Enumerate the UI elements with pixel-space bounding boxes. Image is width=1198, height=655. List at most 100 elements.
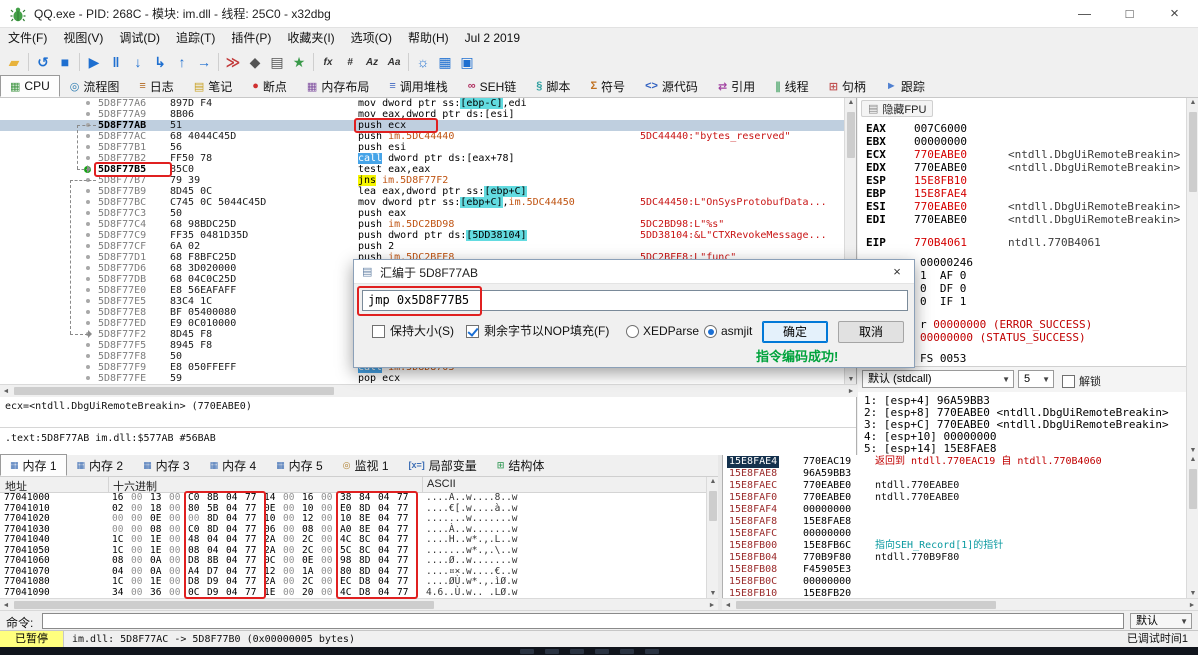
disasm-row[interactable]: 5D8F77B2 FF50 78 call dword ptr ds:[eax+78…	[0, 153, 844, 164]
scroll-thumb[interactable]	[847, 112, 855, 158]
register-row[interactable]: EDI 770EABE0 <ntdll.DbgUiRemoteBreakin>	[858, 213, 1184, 226]
scroll-up-icon[interactable]: ▲	[1187, 99, 1198, 106]
tab-threads[interactable]: ∥ 线程	[765, 75, 819, 97]
keep-size-checkbox[interactable]	[372, 325, 385, 338]
scroll-down-icon[interactable]: ▼	[1187, 447, 1198, 454]
menu-item[interactable]: 视图(V)	[55, 28, 111, 49]
tab-struct[interactable]: ⊞ 结构体	[487, 454, 555, 476]
disasm-row[interactable]: 5D8F77B1 56 push esi	[0, 142, 844, 153]
memory-row[interactable]: 77041010 02 00 18 00 80 5B 04 77 0E 00 10 00 E0 8D 04 77…	[0, 503, 706, 515]
menu-item[interactable]: 收藏夹(I)	[279, 28, 342, 49]
tab-cpu[interactable]: ▦ CPU	[0, 75, 60, 97]
unlock-checkbox[interactable]: 解锁	[1062, 373, 1101, 389]
disasm-row[interactable]: 5D8F77FE 59 pop ecx	[0, 373, 844, 384]
memory-row[interactable]: 77041090 34 00 36 00 0C D9 04 77 1E 00 20 00 4C D8 04 77…	[0, 587, 706, 599]
register-value[interactable]: 15E8FAE4	[914, 187, 967, 200]
stack-vscrollbar[interactable]: ▲ ▼	[1186, 455, 1198, 598]
tab-source[interactable]: <> 源代码	[635, 75, 708, 97]
register-row[interactable]: ESI 770EABE0 <ntdll.DbgUiRemoteBreakin>	[858, 200, 1184, 213]
trace-icon[interactable]: ◆	[244, 51, 266, 73]
tab-graph[interactable]: ◎ 流程图	[60, 75, 130, 97]
scroll-thumb[interactable]	[14, 387, 334, 395]
scroll-right-icon[interactable]: ►	[1187, 602, 1197, 609]
animate-icon[interactable]: ≫	[222, 51, 244, 73]
stack-row[interactable]: 15E8FB08 F45905E3	[723, 564, 1185, 576]
register-value[interactable]: 15E8FB10	[914, 174, 967, 187]
stop-icon[interactable]: ■	[54, 51, 76, 73]
register-value[interactable]: 770EABE0	[914, 213, 967, 226]
register-row[interactable]: EIP 770B4061 ntdll.770B4061	[858, 236, 1184, 249]
memory-row[interactable]: 77041040 1C 00 1E 00 48 04 04 77 2A 00 2C 00 4C 8C 04 77…	[0, 534, 706, 546]
stack-row[interactable]: 15E8FAF0 770EABE0 ntdll.770EABE0	[723, 492, 1185, 504]
disasm-row[interactable]: 5D8F77BC C745 0C 5044C45D mov dword ptr ss…	[0, 197, 844, 208]
register-row[interactable]: EBX 00000000	[858, 135, 1184, 148]
disasm-row[interactable]: 5D8F77B5 85C0 test eax,eax	[0, 164, 844, 175]
stack-row[interactable]: 15E8FB04 770B9F80 ntdll.770B9F80	[723, 552, 1185, 564]
scroll-up-icon[interactable]: ▲	[1187, 456, 1198, 463]
nop-fill-checkbox[interactable]	[466, 325, 479, 338]
register-value[interactable]: 770EABE0	[914, 161, 967, 174]
memory-window-icon[interactable]: ▣	[456, 51, 478, 73]
stack-row[interactable]: 15E8FAEC 770EABE0 ntdll.770EABE0	[723, 480, 1185, 492]
close-button[interactable]: ×	[1152, 0, 1197, 28]
scroll-left-icon[interactable]: ◄	[723, 602, 733, 609]
command-input[interactable]	[42, 613, 1124, 629]
disasm-row[interactable]: 5D8F77C9 FF35 0481D35D push dword ptr ds:[…	[0, 230, 844, 241]
log-window-icon[interactable]: ▤	[266, 51, 288, 73]
memory-row[interactable]: 77041080 1C 00 1E 00 D8 D9 04 77 2A 00 2C 00 EC D8 04 77…	[0, 576, 706, 588]
step-into-icon[interactable]: ↓	[127, 51, 149, 73]
scroll-down-icon[interactable]: ▼	[1187, 590, 1198, 597]
scroll-thumb[interactable]	[14, 601, 434, 609]
tab-memory-1[interactable]: ▦ 内存 1	[0, 454, 67, 476]
maximize-button[interactable]: □	[1107, 0, 1152, 28]
keep-size-label[interactable]: 保持大小(S)	[390, 324, 454, 338]
register-value[interactable]: 00000000	[914, 135, 967, 148]
disasm-row[interactable]: 5D8F77C3 50 push eax	[0, 208, 844, 219]
command-mode-select[interactable]: 默认 ▼	[1130, 613, 1192, 629]
menu-item[interactable]: 选项(O)	[343, 28, 400, 49]
stack-row[interactable]: 15E8FAF4 00000000	[723, 504, 1185, 516]
asmjit-label[interactable]: asmjit	[721, 324, 752, 338]
menu-item[interactable]: 帮助(H)	[400, 28, 457, 49]
arg-count-spinner[interactable]: 5 ▼	[1018, 370, 1054, 388]
tab-handles[interactable]: ⊞ 句柄	[819, 75, 876, 97]
disasm-row[interactable]: 5D8F77A9 8B06 mov eax,dword ptr ds:[esi]	[0, 109, 844, 120]
argument-row[interactable]: 5: [esp+14] 15E8FAE8	[864, 442, 996, 455]
memory-vscrollbar[interactable]: ▲ ▼	[706, 477, 718, 598]
memory-row[interactable]: 77041000 16 00 13 00 C0 8B 04 77 14 00 16 00 38 84 04 77…	[0, 493, 706, 504]
patches-icon[interactable]: #	[339, 51, 361, 73]
run-icon[interactable]: ▶	[83, 51, 105, 73]
disasm-row[interactable]: 5D8F77AB 51 push ecx	[0, 120, 844, 131]
tab-breakpoints[interactable]: ● 断点	[242, 75, 297, 97]
scroll-right-icon[interactable]: ►	[707, 602, 717, 609]
scroll-thumb[interactable]	[736, 601, 996, 609]
open-file-icon[interactable]: ▰	[3, 51, 25, 73]
scroll-left-icon[interactable]: ◄	[1, 388, 11, 395]
xedparse-radio[interactable]	[626, 325, 639, 338]
stack-row[interactable]: 15E8FAE8 96A59BB3	[723, 468, 1185, 480]
disasm-row[interactable]: 5D8F77A6 897D F4 mov dword ptr ss:[ebp-C],…	[0, 98, 844, 109]
disasm-row[interactable]: 5D8F77C4 68 98BDC25D push im.5DC2BD98 5DC2B…	[0, 219, 844, 230]
disasm-row[interactable]: 5D8F77AC 68 4044C45D push im.5DC44440 5DC44…	[0, 131, 844, 142]
run-to-cursor-icon[interactable]: →	[193, 51, 215, 73]
registers-vscrollbar[interactable]: ▲ ▼	[1186, 98, 1198, 455]
assemble-input[interactable]: jmp 0x5D8F77B5	[362, 290, 908, 311]
labels-icon[interactable]: Aa	[383, 51, 405, 73]
tab-memory-5[interactable]: ▦ 内存 5	[266, 454, 333, 476]
favourites-icon[interactable]: ★	[288, 51, 310, 73]
nop-fill-label[interactable]: 剩余字节以NOP填充(F)	[484, 324, 609, 338]
stack-row[interactable]: 15E8FB00 15E8FB6C 指向SEH_Record[1]的指针	[723, 540, 1185, 552]
register-row[interactable]: EBP 15E8FAE4	[858, 187, 1184, 200]
stack-row[interactable]: 15E8FAE4 770EAC19 返回到 ntdll.770EAC19 自 ntd…	[723, 456, 1185, 468]
disasm-row[interactable]: 5D8F77CF 6A 02 push 2	[0, 241, 844, 252]
dialog-close-icon[interactable]: ×	[880, 260, 914, 284]
restart-icon[interactable]: ↺	[32, 51, 54, 73]
scroll-left-icon[interactable]: ◄	[1, 602, 11, 609]
cpu-window-icon[interactable]: ▦	[434, 51, 456, 73]
register-row[interactable]: EDX 770EABE0 <ntdll.DbgUiRemoteBreakin>	[858, 161, 1184, 174]
disasm-row[interactable]: 5D8F77B7 79 39 jns im.5D8F77F2	[0, 175, 844, 186]
register-row[interactable]: EAX 007C6000	[858, 122, 1184, 135]
scroll-thumb[interactable]	[1189, 469, 1197, 509]
scroll-up-icon[interactable]: ▲	[845, 99, 856, 106]
memory-row[interactable]: 77041030 00 00 08 00 C0 8D 04 77 06 00 08 00 A0 8E 04 77…	[0, 524, 706, 536]
